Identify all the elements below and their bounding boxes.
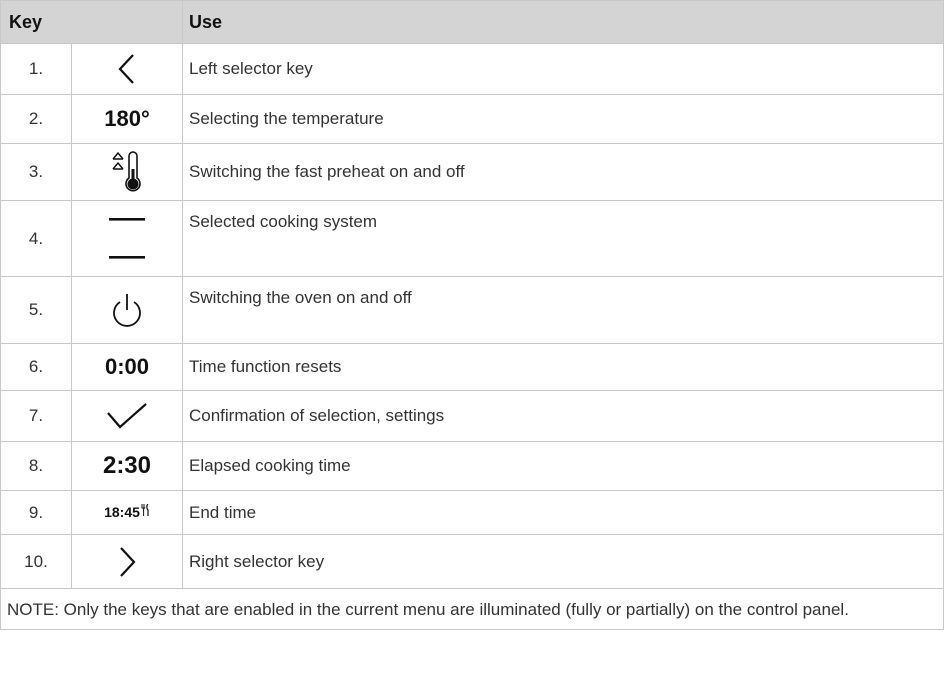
end-time-symbol: 18:45	[104, 503, 140, 520]
symbol-cell	[71, 390, 183, 442]
temperature-symbol: 180°	[104, 106, 150, 131]
row-number: 9.	[0, 490, 72, 535]
row-use: Selected cooking system	[182, 200, 944, 277]
note-row: NOTE: Only the keys that are enabled in …	[0, 588, 944, 630]
symbol-cell	[71, 143, 183, 201]
header-use: Use	[182, 0, 944, 44]
row-use: Confirmation of selection, settings	[182, 390, 944, 442]
row-number: 10.	[0, 534, 72, 589]
row-use: Time function resets	[182, 343, 944, 391]
symbol-cell: 0:00	[71, 343, 183, 391]
row-number: 1.	[0, 43, 72, 95]
table-row: 6. 0:00 Time function resets	[0, 343, 944, 391]
row-use: Switching the oven on and off	[182, 276, 944, 344]
row-number: 3.	[0, 143, 72, 201]
table-row: 2. 180° Selecting the temperature	[0, 94, 944, 144]
row-use: Right selector key	[182, 534, 944, 589]
table-row: 3. Switching the fast preheat on and off	[0, 143, 944, 201]
elapsed-time-symbol: 2:30	[102, 452, 152, 479]
table-row: 5. Switching the oven on and off	[0, 276, 944, 344]
row-use: Left selector key	[182, 43, 944, 95]
row-number: 6.	[0, 343, 72, 391]
checkmark-icon	[107, 403, 147, 429]
symbol-cell	[71, 534, 183, 589]
note-text: NOTE: Only the keys that are enabled in …	[0, 588, 944, 630]
table-header-row: Key Use	[0, 0, 944, 44]
row-use: Selecting the temperature	[182, 94, 944, 144]
row-use: Elapsed cooking time	[182, 441, 944, 491]
cooking-system-bars-icon	[109, 217, 145, 259]
row-use: Switching the fast preheat on and off	[182, 143, 944, 201]
symbol-cell	[71, 200, 183, 277]
row-number: 5.	[0, 276, 72, 344]
table-row: 4. Selected cooking system	[0, 200, 944, 277]
table-row: 9. 18:45 End time	[0, 490, 944, 535]
cutlery-icon	[141, 503, 149, 516]
symbol-cell: 180°	[71, 94, 183, 144]
table-row: 10. Right selector key	[0, 534, 944, 589]
header-key: Key	[0, 0, 183, 44]
row-number: 4.	[0, 200, 72, 277]
keys-table: Key Use 1. Left selector key 2. 180° Sel…	[0, 0, 944, 630]
symbol-cell: 18:45	[71, 490, 183, 535]
fast-preheat-thermometer-icon	[112, 151, 141, 192]
chevron-left-icon	[118, 54, 134, 84]
row-use: End time	[182, 490, 944, 535]
symbol-cell: 2:30	[71, 441, 183, 491]
row-number: 2.	[0, 94, 72, 144]
table-row: 7. Confirmation of selection, settings	[0, 390, 944, 442]
power-icon	[113, 294, 141, 327]
symbol-cell	[71, 43, 183, 95]
time-reset-symbol: 0:00	[104, 354, 150, 379]
table-row: 8. 2:30 Elapsed cooking time	[0, 441, 944, 491]
symbol-cell	[71, 276, 183, 344]
chevron-right-icon	[120, 546, 136, 577]
row-number: 8.	[0, 441, 72, 491]
table-row: 1. Left selector key	[0, 43, 944, 95]
row-number: 7.	[0, 390, 72, 442]
